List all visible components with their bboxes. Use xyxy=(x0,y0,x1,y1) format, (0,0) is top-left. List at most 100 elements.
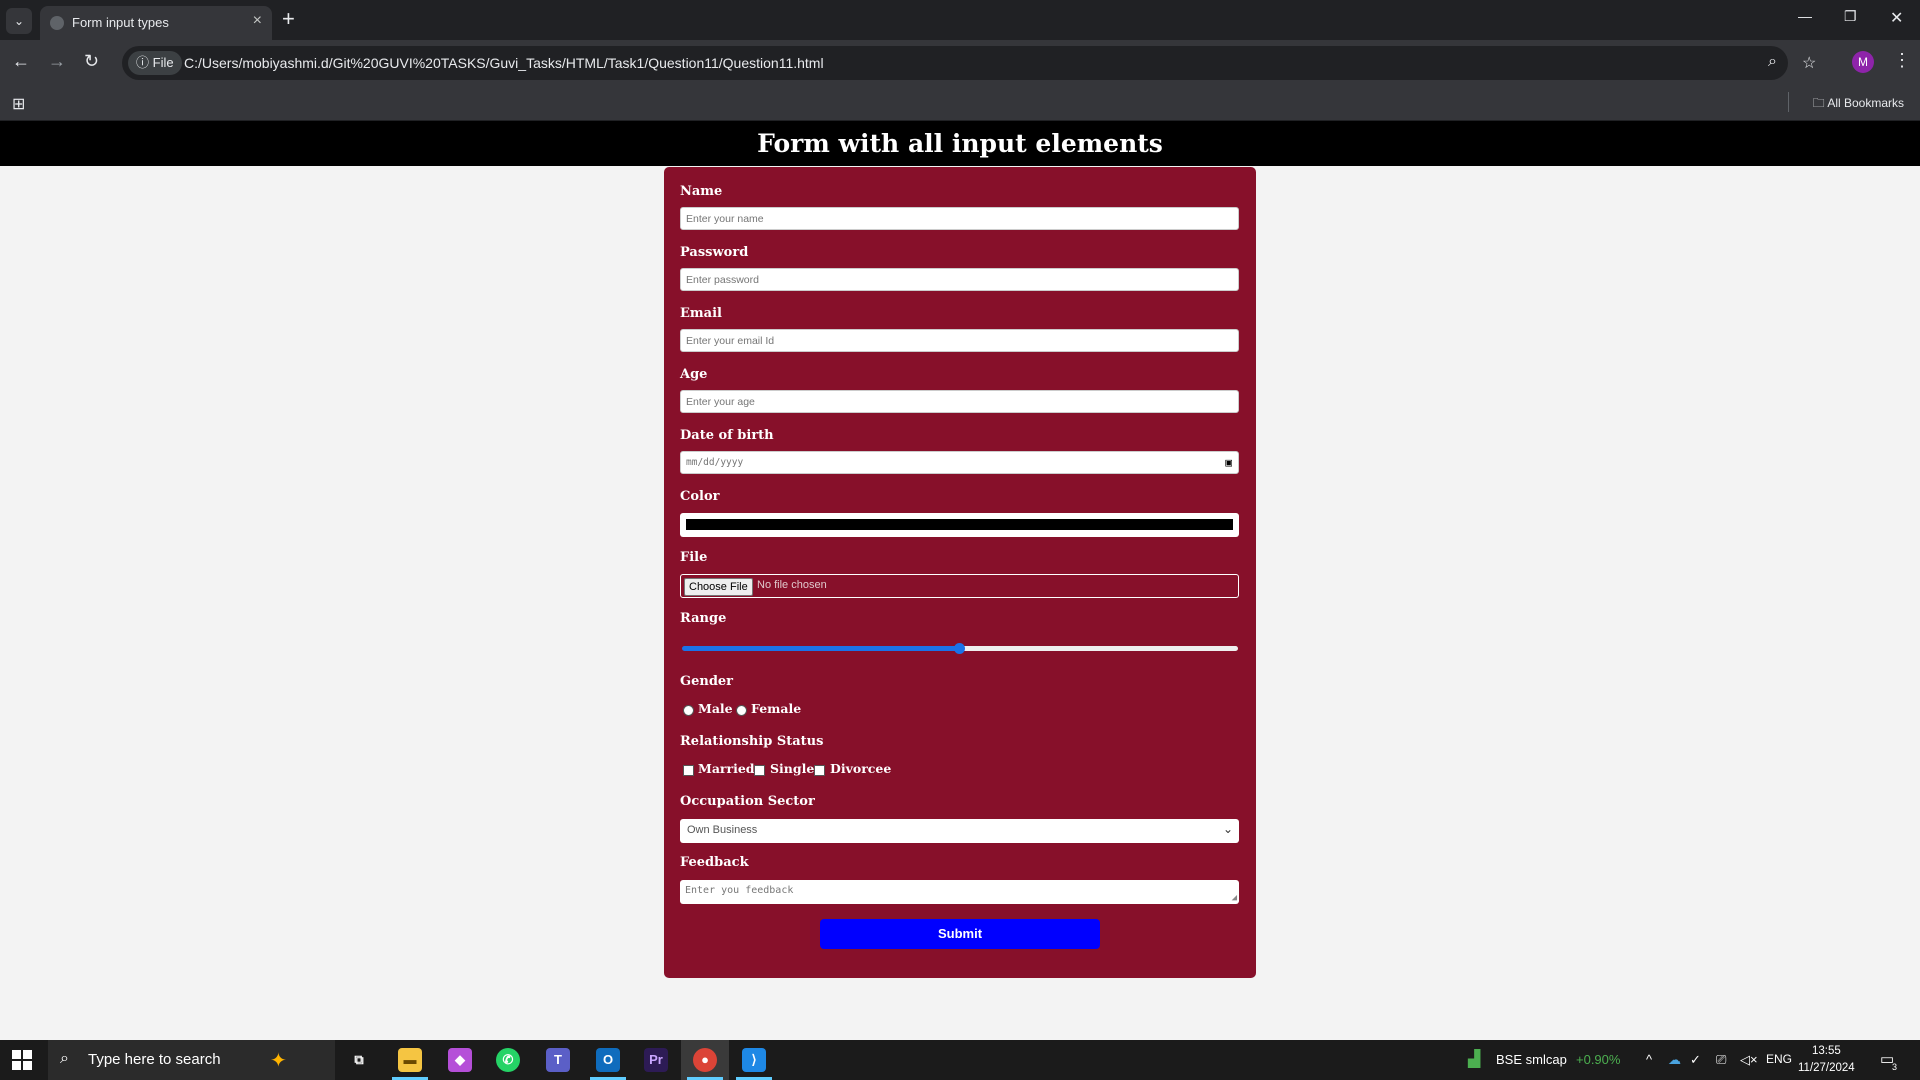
apps-grid-icon[interactable]: ⊞ xyxy=(12,94,25,114)
resize-grip-icon[interactable]: ◢ xyxy=(1232,893,1237,903)
onedrive-cloud-icon[interactable]: ☁ xyxy=(1668,1052,1681,1068)
submit-button[interactable]: Submit xyxy=(820,919,1100,949)
chevron-down-icon: ⌄ xyxy=(1222,822,1233,836)
new-tab-button[interactable]: + xyxy=(282,6,295,32)
folder-icon: 🗀 xyxy=(1812,96,1828,110)
power-apps-icon[interactable]: ◆ xyxy=(448,1048,472,1072)
chrome-icon[interactable]: ● xyxy=(693,1048,717,1072)
clock-date: 11/27/2024 xyxy=(1798,1062,1855,1074)
range-track-fill xyxy=(682,646,960,651)
more-menu-icon[interactable]: ⋮ xyxy=(1893,50,1911,71)
name-input[interactable]: Enter your name xyxy=(680,207,1239,230)
gender-male-radio[interactable] xyxy=(683,705,694,716)
occupation-select[interactable]: Own Business ⌄ xyxy=(680,819,1239,843)
range-label: Range xyxy=(680,611,727,626)
zoom-icon[interactable]: ⌕ xyxy=(1768,53,1777,71)
restore-icon[interactable]: ❐ xyxy=(1844,8,1857,25)
range-thumb[interactable] xyxy=(954,643,965,654)
speaker-muted-icon[interactable]: ◁× xyxy=(1740,1052,1758,1068)
feedback-placeholder: Enter you feedback xyxy=(685,885,794,896)
show-hidden-icons-chevron-icon[interactable]: ^ xyxy=(1646,1052,1652,1067)
close-window-icon[interactable]: ✕ xyxy=(1890,8,1903,28)
site-info-chip[interactable]: ⓘ File xyxy=(128,51,182,75)
occupation-label: Occupation Sector xyxy=(680,794,815,809)
task-view-icon[interactable]: ⧉ xyxy=(347,1048,371,1072)
file-status: No file chosen xyxy=(757,579,827,591)
bookmark-star-icon[interactable]: ☆ xyxy=(1802,53,1816,73)
password-input[interactable]: Enter password xyxy=(680,268,1239,291)
close-tab-icon[interactable]: × xyxy=(253,12,262,30)
minimize-icon[interactable]: — xyxy=(1798,8,1812,24)
password-label: Password xyxy=(680,245,749,260)
occupation-selected-value: Own Business xyxy=(687,824,758,836)
choose-file-button[interactable]: Choose File xyxy=(684,578,753,596)
input-form: Name Enter your name Password Enter pass… xyxy=(664,167,1256,978)
outlook-icon[interactable]: O xyxy=(596,1048,620,1072)
tab-title: Form input types xyxy=(72,15,169,30)
gender-male-label: Male xyxy=(698,701,733,716)
vscode-icon[interactable]: ⟩ xyxy=(742,1048,766,1072)
premiere-pro-icon[interactable]: Pr xyxy=(644,1048,668,1072)
feedback-textarea[interactable]: Enter you feedback ◢ xyxy=(680,880,1239,904)
search-highlight-icon: ✦ xyxy=(270,1050,287,1072)
all-bookmarks-label: All Bookmarks xyxy=(1827,96,1904,110)
search-icon: ⌕ xyxy=(60,1050,69,1067)
bookmarks-bar: ⊞ 🗀 All Bookmarks xyxy=(0,86,1920,121)
globe-icon xyxy=(50,16,64,30)
divorcee-checkbox[interactable] xyxy=(814,765,825,776)
forward-arrow-icon[interactable]: → xyxy=(48,51,66,72)
married-label: Married xyxy=(698,761,755,776)
single-label: Single xyxy=(770,761,815,776)
stock-name[interactable]: BSE smlcap xyxy=(1496,1052,1567,1067)
notification-count: 3 xyxy=(1892,1062,1898,1072)
url-text[interactable]: C:/Users/mobiyashmi.d/Git%20GUVI%20TASKS… xyxy=(184,55,824,71)
browser-toolbar: ← → ↻ ⓘ File C:/Users/mobiyashmi.d/Git%2… xyxy=(0,40,1920,86)
tab-search-button[interactable]: ⌄ xyxy=(6,8,32,34)
language-indicator[interactable]: ENG xyxy=(1766,1052,1792,1066)
back-arrow-icon[interactable]: ← xyxy=(12,51,30,72)
bookmarks-divider xyxy=(1788,92,1789,112)
windows-taskbar: ⌕ Type here to search ✦ ⧉ ▬ ◆ ✆ T O Pr ●… xyxy=(0,1040,1920,1080)
windows-start-icon[interactable] xyxy=(12,1050,32,1070)
name-label: Name xyxy=(680,184,723,199)
taskbar-search-box[interactable]: ⌕ Type here to search ✦ xyxy=(48,1040,335,1080)
feedback-label: Feedback xyxy=(680,855,749,870)
married-checkbox[interactable] xyxy=(683,765,694,776)
range-slider[interactable] xyxy=(682,643,1238,655)
file-input[interactable]: Choose File No file chosen xyxy=(680,574,1239,598)
color-picker[interactable] xyxy=(680,513,1239,537)
calendar-icon[interactable]: ▣ xyxy=(1225,452,1232,474)
age-label: Age xyxy=(680,367,708,382)
taskbar-clock[interactable]: 13:55 11/27/2024 xyxy=(1798,1043,1855,1077)
browser-tab-strip: ⌄ Form input types × + — ❐ ✕ xyxy=(0,0,1920,40)
taskbar-search-placeholder: Type here to search xyxy=(88,1051,221,1068)
pen-icon[interactable]: ✓ xyxy=(1690,1052,1701,1068)
divorcee-label: Divorcee xyxy=(830,761,892,776)
single-checkbox[interactable] xyxy=(754,765,765,776)
email-input[interactable]: Enter your email Id xyxy=(680,329,1239,352)
relationship-label: Relationship Status xyxy=(680,734,824,749)
gender-female-radio[interactable] xyxy=(736,705,747,716)
network-icon[interactable]: ⎚ xyxy=(1716,1052,1726,1068)
info-icon: ⓘ xyxy=(136,55,153,70)
email-label: Email xyxy=(680,306,722,321)
teams-icon[interactable]: T xyxy=(546,1048,570,1072)
site-info-label: File xyxy=(152,55,174,70)
all-bookmarks-button[interactable]: 🗀 All Bookmarks xyxy=(1813,94,1904,115)
dob-input[interactable]: mm/dd/yyyy ▣ xyxy=(680,451,1239,474)
range-track xyxy=(960,646,1238,651)
stock-change: +0.90% xyxy=(1576,1052,1621,1067)
file-explorer-icon[interactable]: ▬ xyxy=(398,1048,422,1072)
profile-avatar[interactable]: M xyxy=(1852,51,1874,73)
page-title: Form with all input elements xyxy=(0,121,1920,166)
address-bar[interactable]: ⓘ File C:/Users/mobiyashmi.d/Git%20GUVI%… xyxy=(122,46,1816,80)
color-label: Color xyxy=(680,489,720,504)
dob-label: Date of birth xyxy=(680,428,774,443)
whatsapp-icon[interactable]: ✆ xyxy=(496,1048,520,1072)
reload-icon[interactable]: ↻ xyxy=(84,51,99,72)
gender-label: Gender xyxy=(680,674,734,689)
browser-tab[interactable]: Form input types × xyxy=(40,6,272,40)
dob-placeholder: mm/dd/yyyy xyxy=(686,457,744,468)
file-label: File xyxy=(680,550,708,565)
age-input[interactable]: Enter your age xyxy=(680,390,1239,413)
